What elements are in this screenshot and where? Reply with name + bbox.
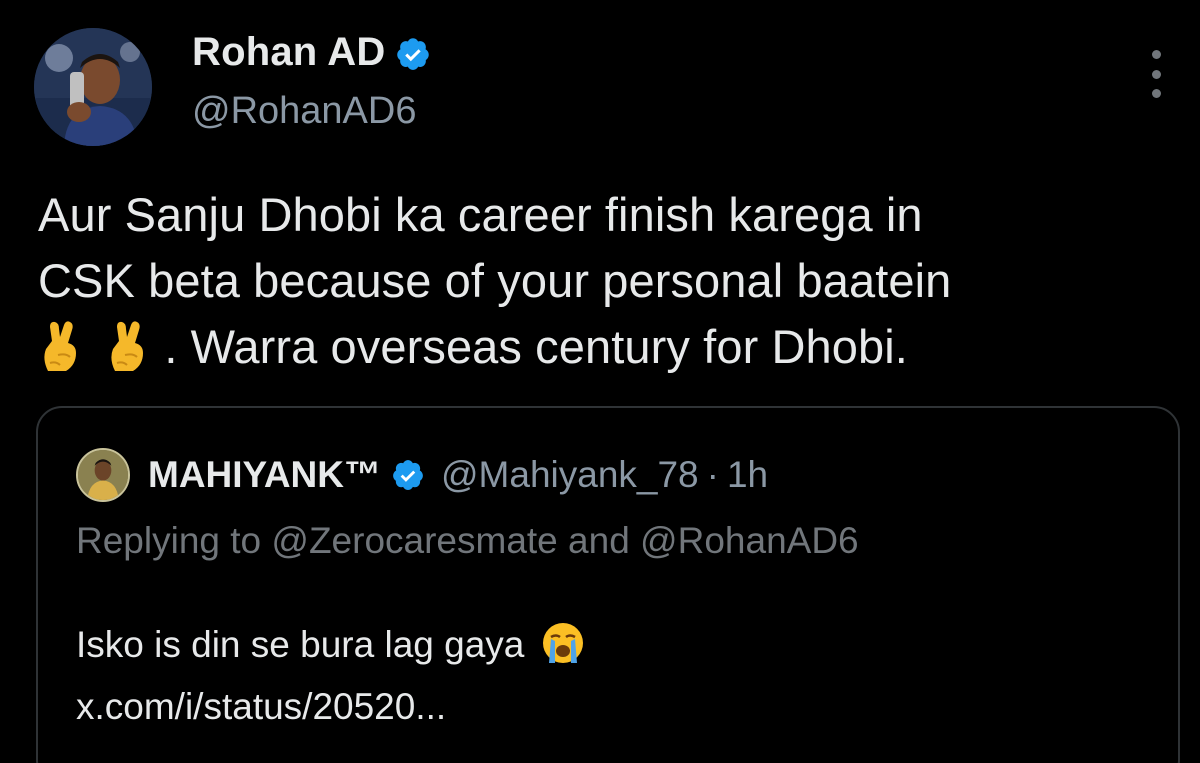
tweet-line-1: Aur Sanju Dhobi ka career finish karega … (38, 188, 923, 241)
author-handle[interactable]: @RohanAD6 (192, 90, 416, 133)
quoted-tweet-text-line: Isko is din se bura lag gaya (76, 618, 585, 680)
crossed-fingers-emoji-icon (38, 319, 84, 390)
tweet-line-3: . Warra overseas century for Dhobi. (38, 314, 1178, 390)
tweet-text: Aur Sanju Dhobi ka career finish karega … (38, 182, 1178, 390)
quoted-tweet[interactable]: MAHIYANK™ @Mahiyank_78 · 1h Replying to … (36, 406, 1180, 763)
quoted-tweet-header: MAHIYANK™ @Mahiyank_78 · 1h (76, 448, 768, 502)
quoted-author-handle[interactable]: @Mahiyank_78 (441, 454, 699, 496)
loudly-crying-face-emoji-icon (541, 621, 585, 680)
verified-badge-icon (395, 36, 431, 72)
tweet-line-3-text: . Warra overseas century for Dhobi. (164, 320, 908, 373)
quoted-tweet-body: Isko is din se bura lag gaya x.com/i/sta… (76, 618, 585, 734)
tweet-card: Rohan AD @RohanAD6 Aur Sanju Dhobi ka ca… (0, 0, 1200, 763)
meta-separator: · (706, 454, 719, 495)
quoted-tweet-text: Isko is din se bura lag gaya (76, 624, 525, 665)
crossed-fingers-emoji-icon (105, 319, 151, 390)
menu-dot (1151, 89, 1161, 98)
quoted-tweet-timestamp[interactable]: 1h (727, 454, 768, 496)
more-options-icon[interactable] (1138, 50, 1174, 98)
quoted-author-avatar[interactable] (76, 448, 130, 502)
author-display-name[interactable]: Rohan AD (192, 30, 385, 75)
menu-dot (1151, 50, 1161, 59)
author-avatar-image (34, 28, 152, 146)
tweet-line-2: CSK beta because of your personal baatei… (38, 254, 952, 307)
quoted-author-display-name[interactable]: MAHIYANK™ (148, 454, 381, 496)
verified-badge-icon (391, 458, 425, 492)
replying-to-text: Replying to @Zerocaresmate and @RohanAD6 (76, 520, 859, 561)
menu-dot (1151, 69, 1161, 79)
author-name-row: Rohan AD (192, 30, 431, 75)
author-avatar[interactable] (34, 28, 152, 146)
quoted-tweet-link[interactable]: x.com/i/status/20520... (76, 680, 585, 734)
